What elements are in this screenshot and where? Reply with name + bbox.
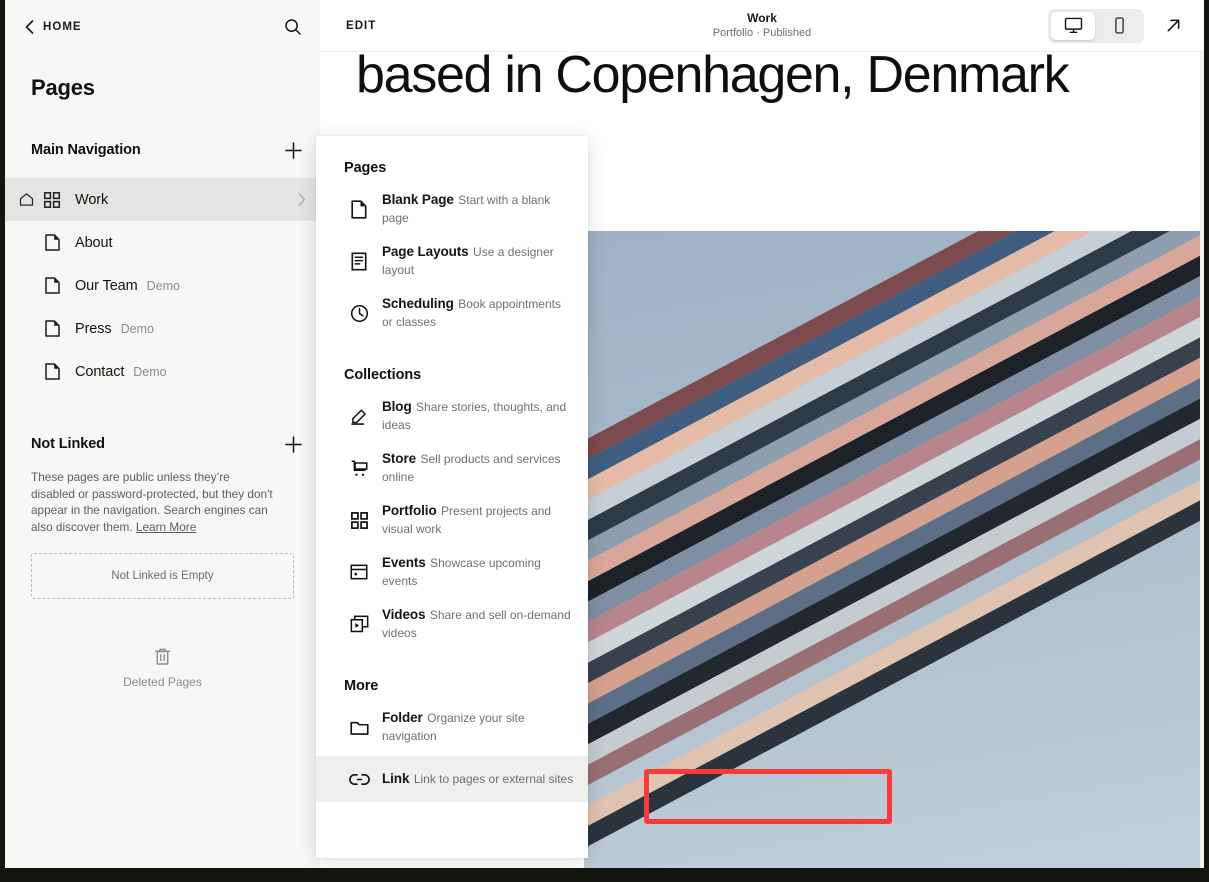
desktop-icon[interactable]	[1051, 12, 1095, 40]
app-root: HOME Pages Main Navigation	[0, 0, 1209, 882]
layout-icon	[344, 252, 374, 271]
panel-item-blog[interactable]: Blog Share stories, thoughts, and ideas	[316, 393, 588, 439]
pen-icon	[344, 407, 374, 426]
sidebar-item-badge: Demo	[147, 279, 180, 293]
back-to-home-button[interactable]: HOME	[25, 20, 82, 34]
panel-item-text: Store Sell products and services online	[382, 450, 574, 486]
editor-topbar: EDIT Work Portfolio · Published	[320, 0, 1204, 52]
sidebar-item-label: Our Team	[75, 278, 138, 294]
sidebar-item-our-team[interactable]: Our Team Demo	[5, 264, 320, 307]
home-icon	[15, 192, 37, 207]
panel-item-name: Events	[382, 555, 426, 570]
deleted-pages-label: Deleted Pages	[123, 675, 202, 689]
section-title: Not Linked	[31, 436, 105, 452]
trash-icon	[154, 647, 171, 666]
panel-item-text: Blank Page Start with a blank page	[382, 191, 574, 227]
panel-item-text: Page Layouts Use a designer layout	[382, 243, 574, 279]
link-icon	[344, 772, 374, 787]
edit-button[interactable]: EDIT	[346, 20, 376, 32]
panel-item-text: Link Link to pages or external sites	[382, 770, 573, 788]
panel-item-folder[interactable]: Folder Organize your site navigation	[316, 704, 588, 750]
sidebar-topbar: HOME	[5, 0, 320, 53]
clock-icon	[344, 304, 374, 323]
sidebar-item-press[interactable]: Press Demo	[5, 307, 320, 350]
back-label: HOME	[43, 21, 82, 33]
panel-item-name: Folder	[382, 710, 423, 725]
sidebar-item-badge: Demo	[133, 365, 166, 379]
chevron-right-icon[interactable]	[298, 193, 306, 206]
page-icon	[37, 363, 67, 380]
panel-item-name: Videos	[382, 607, 425, 622]
panel-item-scheduling[interactable]: Scheduling Book appointments or classes	[316, 290, 588, 336]
panel-item-name: Page Layouts	[382, 244, 469, 259]
section-header-not-linked: Not Linked	[5, 429, 320, 459]
device-toggle	[1048, 9, 1144, 43]
search-icon[interactable]	[284, 18, 302, 36]
panel-item-blank-page[interactable]: Blank Page Start with a blank page	[316, 186, 588, 232]
section-title: Main Navigation	[31, 142, 141, 158]
panel-item-text: Portfolio Present projects and visual wo…	[382, 502, 574, 538]
page-icon	[37, 234, 67, 251]
sidebar-item-label: Work	[75, 192, 108, 208]
not-linked-description: These pages are public unless they’re di…	[5, 459, 290, 535]
hero-photo	[584, 231, 1200, 868]
chevron-left-icon	[25, 20, 34, 34]
pages-sidebar: HOME Pages Main Navigation	[5, 0, 320, 868]
panel-item-text: Events Showcase upcoming events	[382, 554, 574, 590]
panel-group-title-collections: Collections	[316, 367, 588, 383]
panel-item-text: Videos Share and sell on-demand videos	[382, 606, 574, 642]
page-title: Pages	[5, 53, 320, 101]
panel-item-store[interactable]: Store Sell products and services online	[316, 445, 588, 491]
sidebar-item-contact[interactable]: Contact Demo	[5, 350, 320, 393]
sidebar-item-work[interactable]: Work	[5, 178, 320, 221]
panel-item-name: Scheduling	[382, 296, 454, 311]
topbar-actions	[1048, 9, 1186, 43]
panel-item-name: Store	[382, 451, 416, 466]
not-linked-empty-label: Not Linked is Empty	[111, 570, 213, 582]
sidebar-item-about[interactable]: About	[5, 221, 320, 264]
mobile-icon[interactable]	[1097, 12, 1141, 40]
learn-more-link[interactable]: Learn More	[136, 520, 196, 534]
video-icon	[344, 615, 374, 633]
panel-item-name: Portfolio	[382, 503, 437, 518]
panel-item-page-layouts[interactable]: Page Layouts Use a designer layout	[316, 238, 588, 284]
building-facade	[584, 231, 1200, 868]
panel-item-text: Blog Share stories, thoughts, and ideas	[382, 398, 574, 434]
panel-item-name: Blog	[382, 399, 412, 414]
add-page-dropdown-panel: Pages Blank Page Start with a blank page…	[316, 136, 588, 858]
sidebar-item-badge: Demo	[121, 322, 154, 336]
hero-heading: based in Copenhagen, Denmark	[356, 52, 1156, 107]
panel-item-portfolio[interactable]: Portfolio Present projects and visual wo…	[316, 497, 588, 543]
not-linked-empty-dropzone[interactable]: Not Linked is Empty	[31, 553, 294, 599]
panel-group-title-pages: Pages	[316, 160, 588, 176]
panel-item-link[interactable]: Link Link to pages or external sites	[316, 756, 588, 802]
panel-item-events[interactable]: Events Showcase upcoming events	[316, 549, 588, 595]
panel-item-videos[interactable]: Videos Share and sell on-demand videos	[316, 601, 588, 647]
main-navigation-list: Work About Our Team Demo	[5, 178, 320, 393]
add-page-main-navigation-button[interactable]	[282, 139, 304, 161]
panel-item-desc: Link to pages or external sites	[414, 772, 573, 786]
events-icon	[344, 563, 374, 581]
folder-icon	[344, 719, 374, 736]
grid-icon	[344, 512, 374, 529]
page-icon	[37, 320, 67, 337]
page-icon	[37, 277, 67, 294]
grid-icon	[37, 192, 67, 208]
section-header-main-navigation: Main Navigation	[5, 135, 320, 165]
sidebar-item-label: Press	[75, 321, 112, 337]
cart-icon	[344, 459, 374, 478]
panel-item-name: Blank Page	[382, 192, 454, 207]
deleted-pages-button[interactable]: Deleted Pages	[5, 647, 320, 689]
browser-window-frame: HOME Pages Main Navigation	[5, 0, 1204, 868]
sidebar-item-label: Contact	[75, 364, 124, 380]
panel-item-text: Folder Organize your site navigation	[382, 709, 574, 745]
sidebar-item-label: About	[75, 235, 112, 251]
panel-group-title-more: More	[316, 678, 588, 694]
panel-item-text: Scheduling Book appointments or classes	[382, 295, 574, 331]
add-page-not-linked-button[interactable]	[282, 433, 304, 455]
arrow-up-right-icon[interactable]	[1160, 13, 1186, 39]
panel-item-name: Link	[382, 771, 409, 786]
page-icon	[344, 200, 374, 219]
